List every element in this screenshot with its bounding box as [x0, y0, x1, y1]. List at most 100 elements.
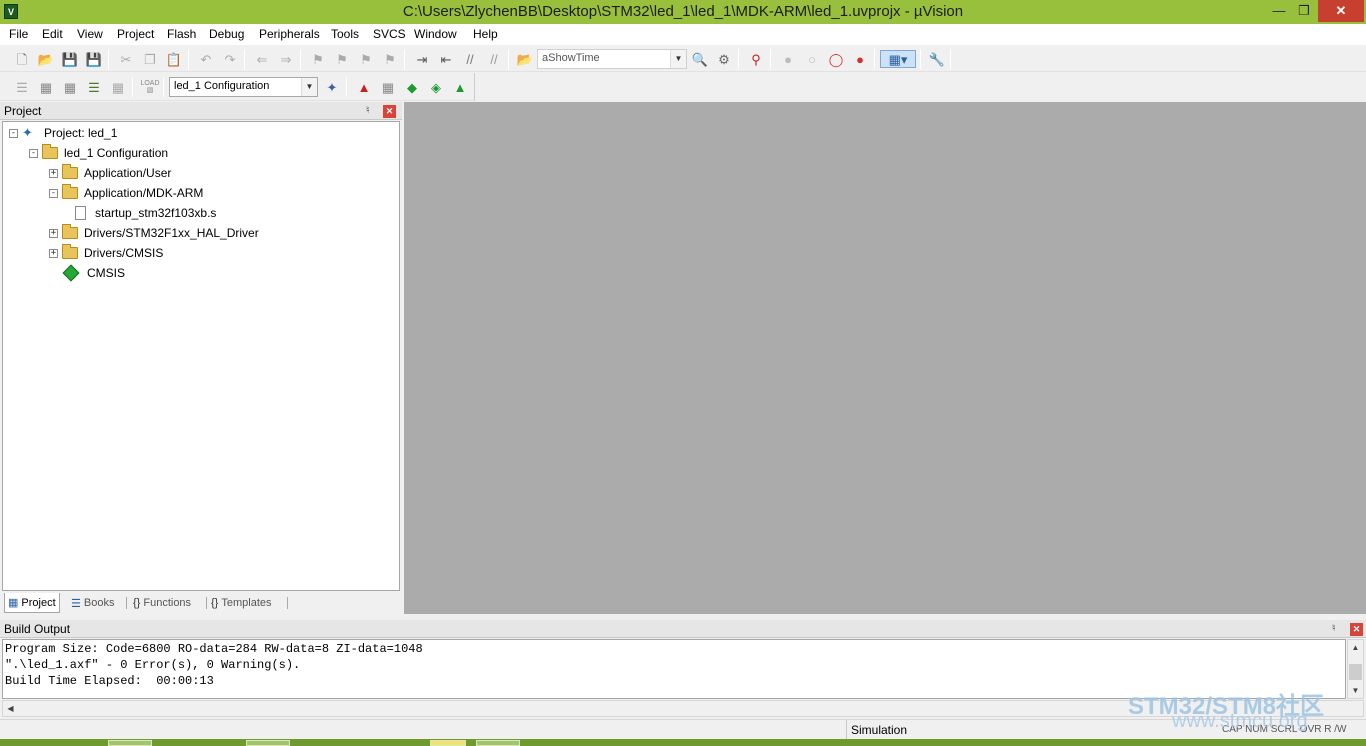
- pin-icon[interactable]: ♮: [1332, 623, 1336, 634]
- menu-edit[interactable]: Edit: [42, 26, 63, 42]
- tab-project[interactable]: ▦ Project: [4, 593, 60, 613]
- insert-bookmark-icon[interactable]: ⚑: [309, 50, 327, 68]
- tree-item-group[interactable]: + Application/User: [49, 163, 171, 183]
- pin-icon[interactable]: ♮: [366, 105, 370, 116]
- tree-item-file[interactable]: startup_stm32f103xb.s: [73, 203, 216, 223]
- close-pane-button[interactable]: ✕: [383, 105, 396, 118]
- insert-breakpoint-icon[interactable]: ●: [779, 50, 797, 68]
- menu-file[interactable]: File: [9, 26, 28, 42]
- tree-item-target[interactable]: - led_1 Configuration: [29, 143, 168, 163]
- target-combo-value: led_1 Configuration: [174, 80, 270, 92]
- disable-breakpoints-icon[interactable]: ◯: [827, 50, 845, 68]
- comment-icon[interactable]: //: [461, 50, 479, 68]
- tree-item-label: Application/User: [84, 166, 172, 180]
- select-software-packs-icon[interactable]: ◈: [427, 78, 445, 96]
- collapse-icon[interactable]: -: [29, 148, 38, 158]
- target-options-icon[interactable]: ✦: [323, 78, 341, 96]
- indent-icon[interactable]: ⇥: [413, 50, 431, 68]
- menu-tools[interactable]: Tools: [331, 26, 359, 42]
- find-icon[interactable]: 🔍: [691, 50, 709, 68]
- chevron-down-icon[interactable]: ▼: [670, 50, 686, 68]
- rebuild-icon[interactable]: ▦: [61, 78, 79, 96]
- save-all-icon[interactable]: 💾: [85, 50, 103, 68]
- tab-functions[interactable]: {} Functions: [130, 593, 194, 613]
- collapse-icon[interactable]: -: [49, 188, 58, 198]
- new-file-icon[interactable]: 🗋: [13, 50, 31, 68]
- translate-icon[interactable]: ☰: [13, 78, 31, 96]
- window-layout-icon[interactable]: ▦▾: [880, 50, 916, 68]
- enable-breakpoint-icon[interactable]: ○: [803, 50, 821, 68]
- taskbar-item[interactable]: [108, 740, 152, 746]
- configure-tools-icon[interactable]: 🔧: [928, 50, 946, 68]
- expand-icon[interactable]: +: [49, 248, 58, 258]
- pack-installer-icon[interactable]: ▲: [451, 78, 469, 96]
- copy-icon[interactable]: ❐: [141, 50, 159, 68]
- menu-svcs[interactable]: SVCS: [373, 26, 406, 42]
- debug-session-icon[interactable]: ⚲: [747, 50, 765, 68]
- manage-multi-project-icon[interactable]: ▦: [379, 78, 397, 96]
- scroll-up-icon[interactable]: ▲: [1348, 640, 1363, 655]
- menu-project[interactable]: Project: [117, 26, 154, 42]
- paste-icon[interactable]: 📋: [165, 50, 183, 68]
- menu-debug[interactable]: Debug: [209, 26, 244, 42]
- menu-peripherals[interactable]: Peripherals: [259, 26, 320, 42]
- cut-icon[interactable]: ✂: [117, 50, 135, 68]
- collapse-icon[interactable]: -: [9, 128, 18, 138]
- minimize-button[interactable]: —: [1267, 0, 1291, 22]
- find-in-files-icon[interactable]: 📂: [516, 50, 534, 68]
- maximize-button[interactable]: ❐: [1292, 0, 1316, 22]
- close-pane-button[interactable]: ✕: [1350, 623, 1363, 636]
- toolbar-separator: [300, 49, 301, 69]
- editor-area[interactable]: [404, 102, 1366, 614]
- redo-icon[interactable]: ↷: [221, 50, 239, 68]
- navigate-back-icon[interactable]: ⇐: [253, 50, 271, 68]
- tab-books[interactable]: ☰ Books: [68, 593, 117, 613]
- download-icon[interactable]: LOAD ▧: [140, 78, 159, 96]
- close-button[interactable]: ✕: [1318, 0, 1364, 22]
- scroll-thumb[interactable]: [1349, 664, 1362, 680]
- project-pane: Project ♮ ✕ - ✦ Project: led_1 - led_1 C…: [0, 102, 402, 614]
- scroll-left-icon[interactable]: ◀: [3, 701, 18, 716]
- chevron-down-icon[interactable]: ▼: [301, 78, 317, 96]
- menu-flash[interactable]: Flash: [167, 26, 196, 42]
- tree-item-group[interactable]: - Application/MDK-ARM: [49, 183, 203, 203]
- taskbar-item[interactable]: [246, 740, 290, 746]
- tree-item-group[interactable]: + Drivers/STM32F1xx_HAL_Driver: [49, 223, 259, 243]
- menu-help[interactable]: Help: [473, 26, 498, 42]
- incremental-find-icon[interactable]: ⚙: [715, 50, 733, 68]
- taskbar-item[interactable]: [476, 740, 520, 746]
- window-title: C:\Users\ZlychenBB\Desktop\STM32\led_1\l…: [402, 3, 964, 20]
- file-icon: [75, 206, 86, 220]
- tree-item-group[interactable]: + Drivers/CMSIS: [49, 243, 163, 263]
- tree-item-component[interactable]: CMSIS: [62, 263, 125, 283]
- site-watermark: STM32/STM8社区 www.stmcu.org: [1128, 686, 1364, 734]
- tab-templates[interactable]: {} Templates: [208, 593, 275, 613]
- target-combo[interactable]: led_1 Configuration ▼: [169, 77, 318, 97]
- uncomment-icon[interactable]: //: [485, 50, 503, 68]
- toolbar-separator: [738, 49, 739, 69]
- clear-bookmarks-icon[interactable]: ⚑: [381, 50, 399, 68]
- menu-window[interactable]: Window: [414, 26, 457, 42]
- taskbar-item[interactable]: [430, 740, 466, 746]
- stop-build-icon[interactable]: ▦: [109, 78, 127, 96]
- tab-separator: [287, 597, 288, 609]
- expand-icon[interactable]: +: [49, 228, 58, 238]
- undo-icon[interactable]: ↶: [197, 50, 215, 68]
- previous-bookmark-icon[interactable]: ⚑: [333, 50, 351, 68]
- navigate-forward-icon[interactable]: ⇒: [277, 50, 295, 68]
- open-file-icon[interactable]: 📂: [37, 50, 55, 68]
- tree-item-project-root[interactable]: - ✦ Project: led_1: [9, 123, 117, 143]
- unindent-icon[interactable]: ⇤: [437, 50, 455, 68]
- expand-icon[interactable]: +: [49, 168, 58, 178]
- file-extensions-icon[interactable]: ▲: [355, 78, 373, 96]
- toolbar-separator: [950, 49, 951, 69]
- find-combo[interactable]: aShowTime ▼: [537, 49, 687, 69]
- next-bookmark-icon[interactable]: ⚑: [357, 50, 375, 68]
- save-icon[interactable]: 💾: [61, 50, 79, 68]
- build-icon[interactable]: ▦: [37, 78, 55, 96]
- menu-view[interactable]: View: [77, 26, 103, 42]
- manage-run-time-environment-icon[interactable]: ◆: [403, 78, 421, 96]
- kill-breakpoints-icon[interactable]: ●: [851, 50, 869, 68]
- batch-build-icon[interactable]: ☰: [85, 78, 103, 96]
- project-pane-header: Project ♮ ✕: [0, 102, 402, 120]
